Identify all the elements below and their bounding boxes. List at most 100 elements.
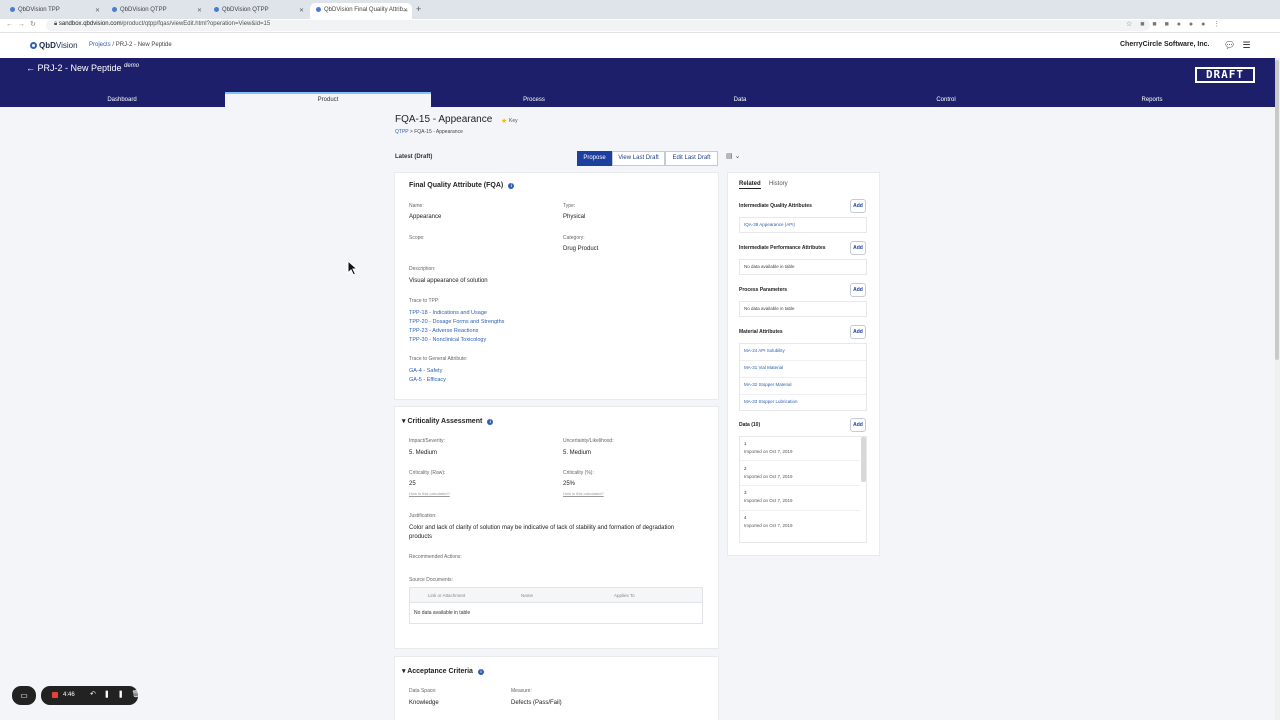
favicon-icon bbox=[10, 7, 15, 12]
tab-related[interactable]: Related bbox=[739, 181, 761, 189]
data-item-date: Imported on Oct 7, 2019 bbox=[744, 498, 793, 503]
address-bar[interactable]: 🔒︎ sandbox.qbdvision.com/product/qtpp/fq… bbox=[46, 20, 1150, 31]
empty-message: No data available in table bbox=[744, 264, 795, 269]
breadcrumb: Projects / PRJ-2 - New Peptide bbox=[89, 42, 172, 48]
trace-ga-link[interactable]: GA-4 - Safety bbox=[409, 368, 442, 374]
browser-tab[interactable]: QbDVision TPP ✕ bbox=[4, 3, 104, 19]
tab-data[interactable]: Data bbox=[637, 92, 843, 107]
category-label: Category: bbox=[563, 235, 585, 241]
tab-control[interactable]: Control bbox=[843, 92, 1049, 107]
breadcrumb-projects-link[interactable]: Projects bbox=[89, 42, 111, 48]
data-list-scrollbar[interactable] bbox=[861, 437, 866, 482]
document-icon: ▤ bbox=[726, 153, 733, 160]
browser-tab[interactable]: QbDVision QTPP ✕ bbox=[208, 3, 308, 19]
tab-history[interactable]: History bbox=[769, 181, 788, 187]
list-item[interactable]: IQA-38 Appearance (API) bbox=[744, 222, 795, 227]
data-item-date: Imported on Oct 7, 2019 bbox=[744, 474, 793, 479]
data-item-date: Imported on Oct 7, 2019 bbox=[744, 523, 793, 528]
close-icon[interactable]: ✕ bbox=[197, 7, 202, 14]
trace-ga-link[interactable]: GA-5 - Efficacy bbox=[409, 377, 446, 383]
column-header[interactable]: Applies To bbox=[614, 593, 635, 598]
description-value: Visual appearance of solution bbox=[409, 278, 488, 284]
tab-product[interactable]: Product bbox=[225, 92, 431, 107]
measure-label: Measure: bbox=[511, 688, 532, 694]
trace-tpp-link[interactable]: TPP-20 - Dosage Forms and Strengths bbox=[409, 319, 504, 325]
info-icon[interactable]: i bbox=[477, 669, 484, 675]
page-scrollbar-thumb[interactable] bbox=[1275, 60, 1279, 360]
fqa-card bbox=[395, 173, 718, 399]
calc-hint-link[interactable]: How is this calculated? bbox=[563, 491, 604, 496]
browser-tab[interactable]: QbDVision QTPP ✕ bbox=[106, 3, 206, 19]
camera-icon[interactable]: ▭ bbox=[12, 686, 36, 705]
calc-hint-link[interactable]: How is this calculated? bbox=[409, 491, 450, 496]
project-title[interactable]: ← PRJ-2 - New Peptide demo bbox=[26, 63, 139, 73]
breadcrumb-qtpp-link[interactable]: QTPP bbox=[395, 129, 409, 135]
impact-value: 5. Medium bbox=[409, 450, 438, 456]
divider bbox=[740, 394, 866, 395]
close-icon[interactable]: ✕ bbox=[95, 7, 100, 14]
add-ipa-button[interactable]: Add bbox=[850, 241, 866, 255]
acceptance-header[interactable]: ▾ Acceptance Criteria i bbox=[402, 667, 484, 675]
divider bbox=[740, 360, 866, 361]
add-iqa-button[interactable]: Add bbox=[850, 199, 866, 213]
list-item[interactable]: MA-31 Vial Material bbox=[744, 365, 783, 370]
new-tab-button[interactable]: + bbox=[416, 4, 421, 14]
measure-value: Defects (Pass/Fail) bbox=[511, 700, 562, 706]
edit-last-draft-button[interactable]: Edit Last Draft bbox=[665, 151, 718, 166]
add-data-button[interactable]: Add bbox=[850, 418, 866, 432]
tab-process[interactable]: Process bbox=[431, 92, 637, 107]
page-title: FQA-15 - Appearance bbox=[395, 114, 493, 125]
info-icon[interactable]: i bbox=[487, 419, 494, 425]
app-logo[interactable]: QbDVision bbox=[30, 41, 78, 50]
column-header[interactable]: Name bbox=[521, 593, 533, 598]
chat-icon[interactable]: 💬︎ bbox=[1224, 40, 1242, 50]
data-item-number[interactable]: 3 bbox=[744, 490, 747, 495]
export-menu-button[interactable]: ▤ ⌄ bbox=[726, 152, 750, 165]
browser-tab-active[interactable]: QbDVision Final Quality Attrib... ✕ bbox=[310, 3, 412, 19]
pause-icon[interactable]: ❚❚ bbox=[104, 691, 132, 698]
trace-tpp-label: Trace to TPP: bbox=[409, 298, 440, 304]
list-item[interactable]: MA-33 Stopper Lubrication bbox=[744, 399, 798, 404]
justification-value: Color and lack of clarity of solution ma… bbox=[409, 525, 675, 531]
data-item-number[interactable]: 1 bbox=[744, 441, 747, 446]
data-item-number[interactable]: 4 bbox=[744, 515, 747, 520]
draft-stamp: DRAFT bbox=[1195, 67, 1255, 83]
trace-tpp-link[interactable]: TPP-30 - Nonclinical Toxicology bbox=[409, 337, 486, 343]
stop-recording-icon[interactable] bbox=[52, 692, 58, 698]
list-item[interactable]: MA-32 Stopper Material bbox=[744, 382, 792, 387]
close-icon[interactable]: ✕ bbox=[403, 7, 408, 14]
star-icon: ★ bbox=[501, 118, 508, 125]
trace-tpp-link[interactable]: TPP-18 - Indications and Usage bbox=[409, 310, 487, 316]
close-icon[interactable]: ✕ bbox=[299, 7, 304, 14]
add-ma-button[interactable]: Add bbox=[850, 325, 866, 339]
ipa-header: Intermediate Performance Attributes bbox=[739, 245, 826, 251]
company-name[interactable]: CherryCircle Software, Inc. bbox=[1120, 41, 1209, 48]
info-icon[interactable]: i bbox=[508, 183, 515, 189]
trash-icon[interactable]: 🗑︎ bbox=[132, 691, 149, 698]
app-header bbox=[0, 33, 1280, 58]
list-item[interactable]: MA-24 API Solubility bbox=[744, 348, 785, 353]
data-item-number[interactable]: 2 bbox=[744, 466, 747, 471]
name-value: Appearance bbox=[409, 214, 442, 220]
justification-label: Justification: bbox=[409, 513, 437, 519]
uncertainty-label: Uncertainty/Likelihood: bbox=[563, 438, 614, 444]
add-pp-button[interactable]: Add bbox=[850, 283, 866, 297]
propose-button[interactable]: Propose bbox=[577, 151, 612, 166]
column-header[interactable]: Link or Attachment bbox=[428, 593, 465, 598]
trace-tpp-link[interactable]: TPP-23 - Adverse Reactions bbox=[409, 328, 478, 334]
view-last-draft-button[interactable]: View Last Draft bbox=[612, 151, 665, 166]
divider bbox=[740, 510, 860, 511]
hamburger-menu-icon[interactable]: ☰ bbox=[1242, 40, 1257, 50]
undo-icon[interactable]: ↶ bbox=[90, 691, 104, 698]
criticality-header[interactable]: ▾ Criticality Assessment i bbox=[402, 417, 494, 425]
justification-value: products bbox=[409, 534, 433, 540]
browser-nav-buttons[interactable]: ←→↻ bbox=[6, 20, 41, 28]
tab-dashboard[interactable]: Dashboard bbox=[19, 92, 225, 107]
favicon-icon bbox=[316, 7, 321, 12]
recorder-buttons: ↶❚❚🗑︎ bbox=[90, 690, 149, 698]
type-label: Type: bbox=[563, 203, 576, 209]
tab-reports[interactable]: Reports bbox=[1049, 92, 1255, 107]
divider bbox=[740, 485, 860, 486]
extension-icons[interactable]: ☆ ■ ■ ■ ● ● ● ⋮ bbox=[1126, 20, 1223, 28]
criticality-raw-value: 25 bbox=[409, 481, 416, 487]
